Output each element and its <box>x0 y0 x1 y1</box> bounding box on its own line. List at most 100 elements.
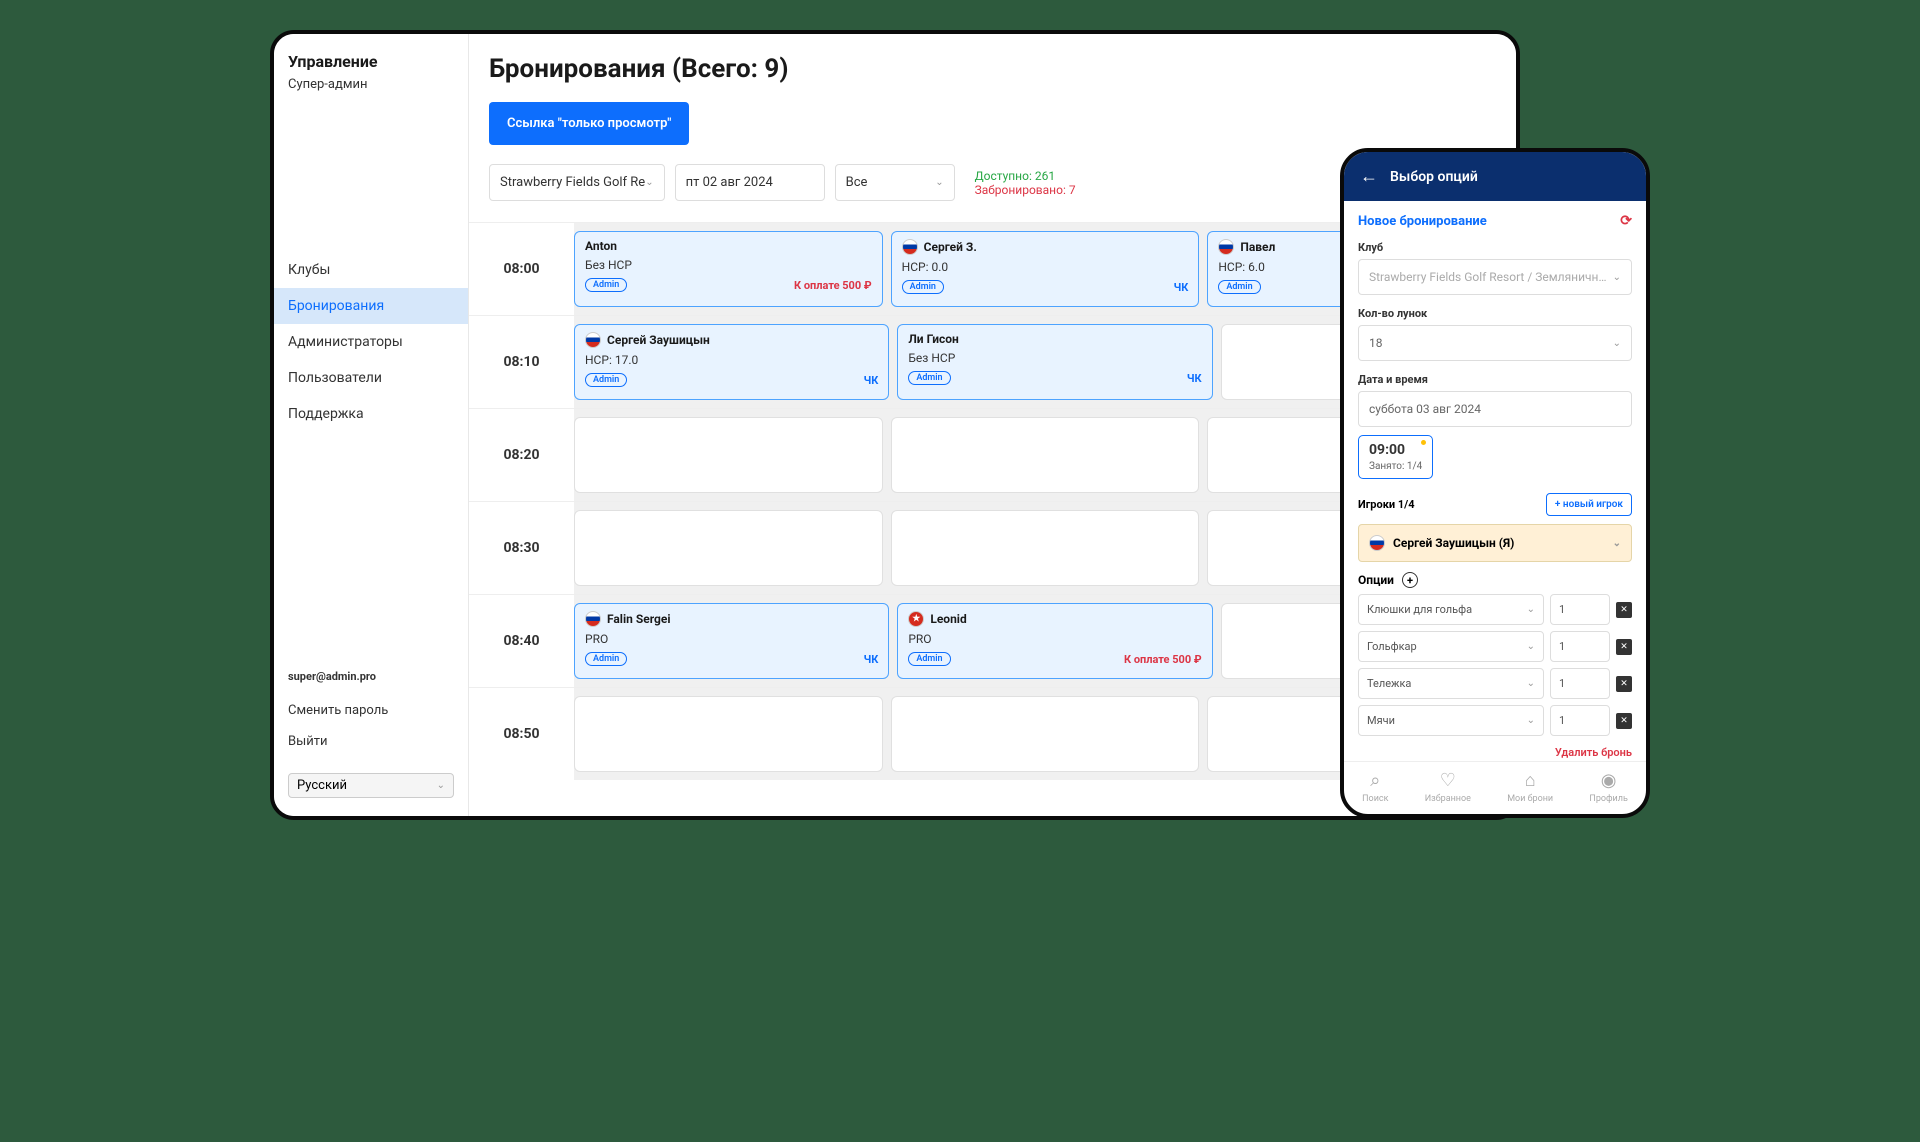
time-label: 08:40 <box>469 595 574 687</box>
nav-label: Поиск <box>1362 794 1388 804</box>
player-row[interactable]: Сергей Заушицын (Я) ⌄ <box>1358 524 1632 562</box>
nav-icon: ◉ <box>1601 770 1617 791</box>
nav-item[interactable]: ⌕ Поиск <box>1362 770 1388 804</box>
option-row: Клюшки для гольфа⌄1 ✕ <box>1358 594 1632 625</box>
booking-slot[interactable]: Сергей ЗаушицынHCP: 17.0AdminЧК <box>574 324 889 400</box>
empty-slot[interactable] <box>891 696 1200 772</box>
slot-player-name: Сергей Заушицын <box>585 332 878 348</box>
booking-slot[interactable]: AntonБез HCPAdminК оплате 500 ₽ <box>574 231 883 307</box>
booking-slot[interactable]: LeonidPROAdminК оплате 500 ₽ <box>897 603 1212 679</box>
chevron-down-icon: ⌄ <box>935 177 943 188</box>
chk-badge: ЧК <box>1174 281 1189 294</box>
chevron-down-icon: ⌄ <box>437 780 445 791</box>
club-filter-select[interactable]: Strawberry Fields Golf Re⌄ <box>489 164 665 201</box>
slot-player-name: Falin Sergei <box>585 611 878 627</box>
option-select[interactable]: Мячи⌄ <box>1358 705 1544 736</box>
sidebar: Управление Супер-админ КлубыБронирования… <box>274 34 469 816</box>
time-slot-indicator-icon <box>1421 440 1426 445</box>
option-select[interactable]: Тележка⌄ <box>1358 668 1544 699</box>
option-row: Гольфкар⌄1 ✕ <box>1358 631 1632 662</box>
chevron-down-icon: ⌄ <box>1527 715 1535 726</box>
nav-label: Мои брони <box>1507 794 1553 804</box>
back-arrow-icon[interactable]: ← <box>1360 166 1378 187</box>
payment-text: К оплате 500 ₽ <box>794 279 872 292</box>
flag-icon <box>585 332 601 348</box>
mobile-section-title: Новое бронирование <box>1358 214 1487 229</box>
slot-hcp: PRO <box>585 632 878 646</box>
delete-option-icon[interactable]: ✕ <box>1616 639 1632 655</box>
language-select[interactable]: Русский ⌄ <box>288 773 454 798</box>
time-label: 08:30 <box>469 502 574 594</box>
admin-badge: Admin <box>908 371 950 385</box>
nav-item[interactable]: ⌂ Мои брони <box>1507 770 1553 804</box>
logout-link[interactable]: Выйти <box>288 726 454 757</box>
option-select[interactable]: Клюшки для гольфа⌄ <box>1358 594 1544 625</box>
sidebar-item[interactable]: Пользователи <box>274 360 468 396</box>
sidebar-title: Управление <box>288 52 454 71</box>
type-filter-select[interactable]: Все⌄ <box>835 164 955 201</box>
club-label: Клуб <box>1358 241 1632 254</box>
sidebar-nav: КлубыБронированияАдминистраторыПользоват… <box>274 252 468 432</box>
desktop-window: Управление Супер-админ КлубыБронирования… <box>270 30 1520 820</box>
delete-booking-link[interactable]: Удалить бронь <box>1358 746 1632 759</box>
nav-item[interactable]: ◉Профиль <box>1589 770 1627 804</box>
option-qty-input[interactable]: 1 <box>1550 631 1610 662</box>
slot-player-name: Leonid <box>908 611 1201 627</box>
admin-badge: Admin <box>585 373 627 387</box>
player-name: Сергей Заушицын (Я) <box>1393 536 1605 550</box>
flag-icon <box>1218 239 1234 255</box>
nav-item[interactable]: ♡Избранное <box>1425 770 1471 804</box>
chevron-down-icon: ⌄ <box>1527 678 1535 689</box>
date-value: суббота 03 авг 2024 <box>1369 402 1481 416</box>
delete-option-icon[interactable]: ✕ <box>1616 676 1632 692</box>
sidebar-item[interactable]: Клубы <box>274 252 468 288</box>
booking-slot[interactable]: Falin SergeiPROAdminЧК <box>574 603 889 679</box>
change-password-link[interactable]: Сменить пароль <box>288 695 454 726</box>
option-qty-input[interactable]: 1 <box>1550 668 1610 699</box>
delete-option-icon[interactable]: ✕ <box>1616 713 1632 729</box>
mobile-bottom-nav: ⌕ Поиск ♡Избранное ⌂ Мои брони ◉Профиль <box>1344 761 1646 814</box>
empty-slot[interactable] <box>891 510 1200 586</box>
booking-slot[interactable]: Сергей З. HCP: 0.0 Admin ЧК <box>891 231 1200 307</box>
admin-badge: Admin <box>908 652 950 666</box>
payment-text: К оплате 500 ₽ <box>1124 653 1202 666</box>
club-select[interactable]: Strawberry Fields Golf Resort / Землянич… <box>1358 259 1632 295</box>
option-qty-input[interactable]: 1 <box>1550 594 1610 625</box>
date-filter-select[interactable]: пт 02 авг 2024 <box>675 164 825 201</box>
empty-slot[interactable] <box>574 510 883 586</box>
view-only-link-button[interactable]: Ссылка "только просмотр" <box>489 102 689 145</box>
booking-slot[interactable]: Ли ГисонБез HCPAdminЧК <box>897 324 1212 400</box>
empty-slot[interactable] <box>574 696 883 772</box>
sidebar-user-email: super@admin.pro <box>288 670 454 683</box>
empty-slot[interactable] <box>891 417 1200 493</box>
sidebar-item[interactable]: Администраторы <box>274 324 468 360</box>
refresh-icon[interactable]: ⟳ <box>1620 213 1632 229</box>
option-select[interactable]: Гольфкар⌄ <box>1358 631 1544 662</box>
date-select[interactable]: суббота 03 авг 2024 <box>1358 391 1632 427</box>
chevron-down-icon: ⌄ <box>1613 538 1621 549</box>
nav-icon: ♡ <box>1440 770 1456 791</box>
chevron-down-icon: ⌄ <box>645 177 653 188</box>
slot-hcp: HCP: 0.0 <box>902 260 1189 274</box>
time-slot-selected[interactable]: 09:00 Занято: 1/4 <box>1358 435 1433 479</box>
chevron-down-icon: ⌄ <box>1613 272 1621 283</box>
nav-icon: ⌕ <box>1370 770 1380 791</box>
delete-option-icon[interactable]: ✕ <box>1616 602 1632 618</box>
holes-select[interactable]: 18⌄ <box>1358 325 1632 361</box>
slot-player-name: Сергей З. <box>902 239 1189 255</box>
sidebar-item[interactable]: Бронирования <box>274 288 468 324</box>
mobile-header: ← Выбор опций <box>1344 152 1646 201</box>
time-occupied: Занято: 1/4 <box>1369 461 1422 472</box>
admin-badge: Admin <box>902 280 944 294</box>
slot-hcp: Без HCP <box>585 258 872 272</box>
empty-slot[interactable] <box>574 417 883 493</box>
sidebar-item[interactable]: Поддержка <box>274 396 468 432</box>
option-row: Тележка⌄1 ✕ <box>1358 668 1632 699</box>
option-qty-input[interactable]: 1 <box>1550 705 1610 736</box>
add-player-button[interactable]: + новый игрок <box>1546 493 1632 516</box>
options-label: Опции <box>1358 573 1394 587</box>
add-option-icon[interactable]: + <box>1402 572 1418 588</box>
nav-icon: ⌂ <box>1525 770 1536 791</box>
flag-icon <box>585 611 601 627</box>
club-filter-label: Strawberry Fields Golf Re <box>500 175 645 190</box>
